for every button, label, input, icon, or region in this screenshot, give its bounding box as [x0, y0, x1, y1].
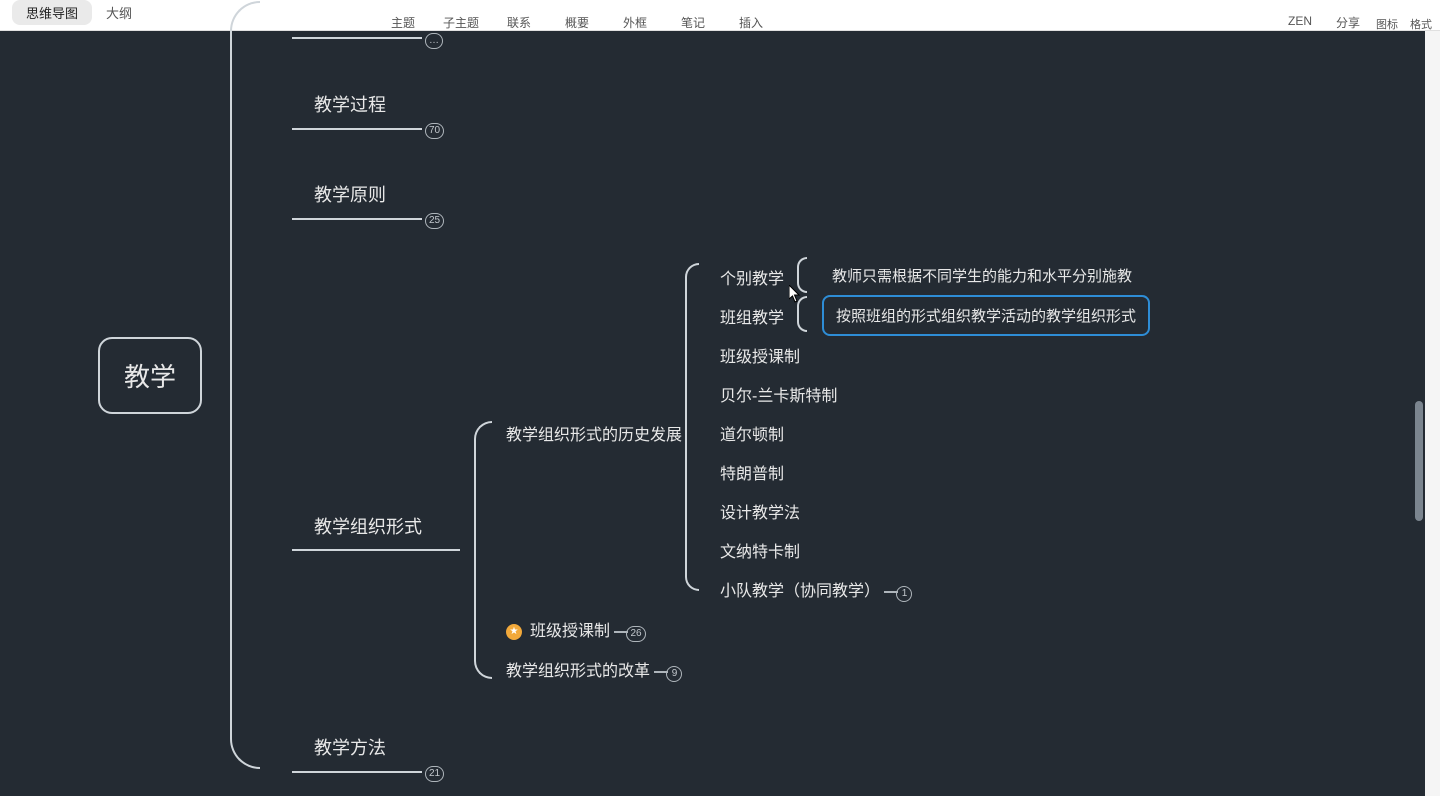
node-l1-orgform-line — [292, 549, 460, 551]
node-h9[interactable]: 小队教学（协同教学） 1 — [720, 577, 912, 602]
tool-topic[interactable]: 主题 — [380, 0, 426, 31]
mindmap-canvas[interactable]: 教学 … 教学过程 70 教学原则 25 教学组织形式 教学方法 21 教学组织… — [0, 31, 1425, 796]
star-icon: ★ — [506, 624, 522, 640]
tab-mindmap[interactable]: 思维导图 — [12, 0, 92, 25]
brace-history — [685, 263, 699, 591]
brace-h1 — [797, 257, 807, 293]
node-org-history[interactable]: 教学组织形式的历史发展 — [506, 421, 682, 445]
tool-format[interactable]: 格式 — [1410, 0, 1432, 32]
brace-orgform — [474, 421, 492, 679]
scrollbar-vertical[interactable] — [1415, 401, 1423, 521]
node-h4[interactable]: 贝尔-兰卡斯特制 — [720, 382, 837, 406]
toolbar-center: 主题 子主题 联系 概要 外框 笔记 插入 — [380, 0, 774, 31]
node-l1-0-count[interactable]: … — [425, 30, 443, 49]
node-root[interactable]: 教学 — [98, 337, 202, 414]
node-l1-orgform[interactable]: 教学组织形式 — [314, 513, 422, 539]
tool-relation[interactable]: 联系 — [496, 0, 542, 31]
tool-insert[interactable]: 插入 — [728, 0, 774, 31]
node-h9-count[interactable]: 1 — [896, 586, 912, 602]
node-org-reform-count[interactable]: 9 — [666, 666, 682, 682]
toolbar-right: ZEN 分享 — [1288, 0, 1360, 31]
tool-border[interactable]: 外框 — [612, 0, 658, 31]
node-l1-method-line — [292, 771, 422, 773]
node-h3[interactable]: 班级授课制 — [720, 343, 800, 367]
node-h9-label: 小队教学（协同教学） — [720, 583, 880, 600]
node-org-class-count[interactable]: 26 — [626, 626, 645, 642]
node-h5[interactable]: 道尔顿制 — [720, 421, 784, 445]
tool-icons[interactable]: 图标 — [1376, 0, 1398, 32]
view-switch: 思维导图 大纲 — [12, 0, 146, 25]
tab-outline[interactable]: 大纲 — [92, 0, 146, 25]
node-org-class[interactable]: ★ 班级授课制 26 — [506, 617, 646, 642]
node-h2-desc-selected[interactable]: 按照班组的形式组织教学活动的教学组织形式 — [822, 295, 1150, 336]
node-org-class-label: 班级授课制 — [530, 623, 610, 640]
node-l1-process-count[interactable]: 70 — [425, 120, 444, 139]
node-l1-process[interactable]: 教学过程 — [314, 91, 386, 117]
node-org-reform[interactable]: 教学组织形式的改革 9 — [506, 657, 682, 682]
toolbar-far-right: 图标 格式 — [1376, 0, 1432, 32]
node-h1[interactable]: 个别教学 — [720, 265, 784, 289]
node-l1-0-line — [292, 37, 422, 39]
node-l1-method-count[interactable]: 21 — [425, 763, 444, 782]
node-h8[interactable]: 文纳特卡制 — [720, 538, 800, 562]
node-h1-desc[interactable]: 教师只需根据不同学生的能力和水平分别施教 — [832, 265, 1132, 286]
brace-h2 — [797, 296, 807, 332]
node-h7[interactable]: 设计教学法 — [720, 499, 800, 523]
node-l1-method[interactable]: 教学方法 — [314, 734, 386, 760]
tool-note[interactable]: 笔记 — [670, 0, 716, 31]
tool-zen[interactable]: ZEN — [1288, 0, 1312, 31]
node-h6[interactable]: 特朗普制 — [720, 460, 784, 484]
tool-share[interactable]: 分享 — [1336, 0, 1360, 31]
node-l1-principle-count[interactable]: 25 — [425, 210, 444, 229]
node-org-reform-label: 教学组织形式的改革 — [506, 663, 650, 680]
node-l1-process-line — [292, 128, 422, 130]
tool-summary[interactable]: 概要 — [554, 0, 600, 31]
node-l1-principle[interactable]: 教学原则 — [314, 181, 386, 207]
node-h2[interactable]: 班组教学 — [720, 304, 784, 328]
top-toolbar: 思维导图 大纲 主题 子主题 联系 概要 外框 笔记 插入 ZEN 分享 图标 … — [0, 0, 1440, 31]
node-l1-principle-line — [292, 218, 422, 220]
brace-root — [230, 1, 260, 769]
tool-subtopic[interactable]: 子主题 — [438, 0, 484, 31]
